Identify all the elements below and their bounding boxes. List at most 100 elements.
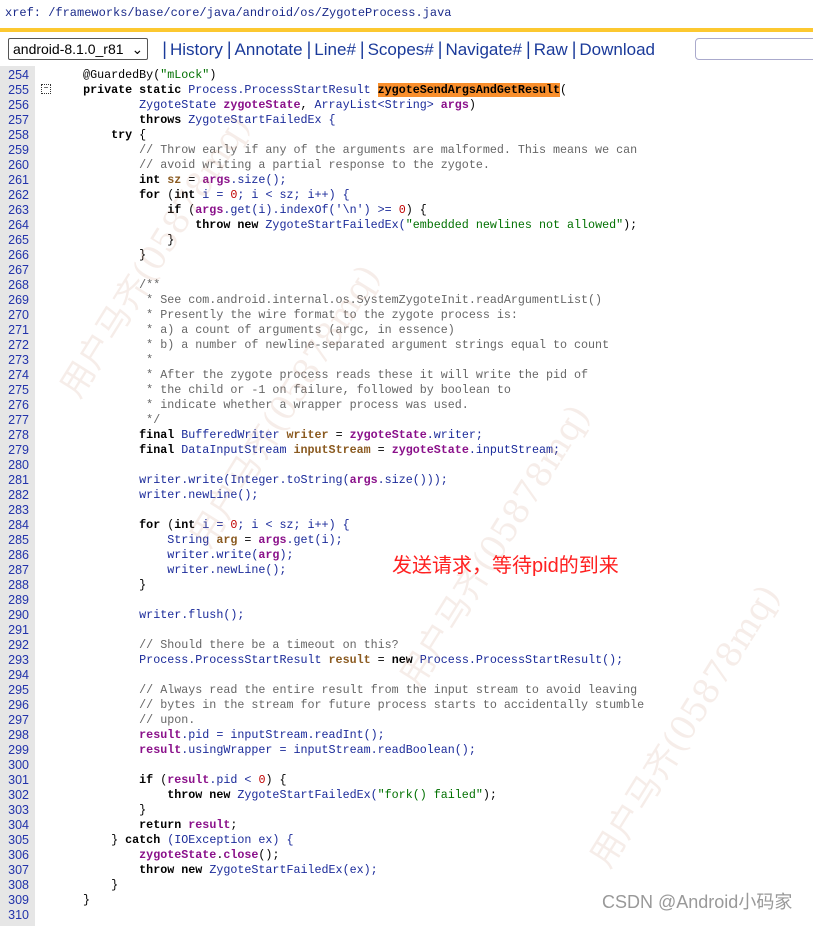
line-number[interactable]: 255: [0, 83, 29, 98]
nav-link-raw[interactable]: Raw: [534, 40, 568, 59]
nav-link-history[interactable]: History: [170, 40, 223, 59]
line-number[interactable]: 309: [0, 893, 29, 908]
code-token[interactable]: ZygoteState: [139, 98, 223, 112]
search-input[interactable]: [695, 38, 813, 60]
highlighted-symbol[interactable]: zygoteSendArgsAndGetResult: [377, 83, 561, 97]
line-number[interactable]: 296: [0, 698, 29, 713]
code-token[interactable]: result: [139, 743, 181, 757]
code-token[interactable]: zygoteState: [392, 443, 469, 457]
code-line: // Always read the entire result from th…: [55, 683, 637, 698]
code-token: .get(i).indexOf('\n') >=: [223, 203, 399, 217]
line-number[interactable]: 262: [0, 188, 29, 203]
line-number[interactable]: 310: [0, 908, 29, 923]
nav-link-line[interactable]: Line#: [314, 40, 356, 59]
line-number[interactable]: 266: [0, 248, 29, 263]
line-number[interactable]: 281: [0, 473, 29, 488]
code-token[interactable]: args: [258, 533, 286, 547]
line-number[interactable]: 301: [0, 773, 29, 788]
version-select[interactable]: android-8.1.0_r81 ⌄: [8, 38, 149, 60]
line-number[interactable]: 291: [0, 623, 29, 638]
nav-link-annotate[interactable]: Annotate: [235, 40, 303, 59]
line-number[interactable]: 287: [0, 563, 29, 578]
line-number[interactable]: 292: [0, 638, 29, 653]
line-number[interactable]: 258: [0, 128, 29, 143]
line-number[interactable]: 297: [0, 713, 29, 728]
code-token[interactable]: ArrayList<String>: [315, 98, 441, 112]
code-token[interactable]: result: [167, 773, 209, 787]
line-number[interactable]: 271: [0, 323, 29, 338]
line-number[interactable]: 285: [0, 533, 29, 548]
line-number[interactable]: 259: [0, 143, 29, 158]
code-token[interactable]: ZygoteStartFailedEx(: [265, 218, 405, 232]
line-number[interactable]: 307: [0, 863, 29, 878]
code-token[interactable]: ZygoteStartFailedEx(ex);: [209, 863, 377, 877]
line-number[interactable]: 277: [0, 413, 29, 428]
line-number[interactable]: 275: [0, 383, 29, 398]
line-number[interactable]: 302: [0, 788, 29, 803]
line-number[interactable]: 300: [0, 758, 29, 773]
line-number[interactable]: 264: [0, 218, 29, 233]
line-number[interactable]: 288: [0, 578, 29, 593]
line-number[interactable]: 267: [0, 263, 29, 278]
line-number[interactable]: 257: [0, 113, 29, 128]
code-token[interactable]: ; i < sz; i++) {: [237, 518, 349, 532]
code-token[interactable]: Process.ProcessStartResult: [188, 83, 377, 97]
code-line: ZygoteState zygoteState, ArrayList<Strin…: [55, 98, 476, 113]
code-token[interactable]: args: [350, 473, 378, 487]
code-token[interactable]: zygoteState: [139, 848, 216, 862]
line-number[interactable]: 298: [0, 728, 29, 743]
code-token[interactable]: (IOException ex) {: [160, 833, 293, 847]
line-number[interactable]: 279: [0, 443, 29, 458]
code-line: throw new ZygoteStartFailedEx(ex);: [55, 863, 377, 878]
line-number[interactable]: 276: [0, 398, 29, 413]
nav-link-download[interactable]: Download: [579, 40, 655, 59]
line-number[interactable]: 263: [0, 203, 29, 218]
code-token[interactable]: ; i < sz; i++) {: [237, 188, 349, 202]
line-number[interactable]: 283: [0, 503, 29, 518]
line-number[interactable]: 295: [0, 683, 29, 698]
line-number[interactable]: 268: [0, 278, 29, 293]
line-number[interactable]: 274: [0, 368, 29, 383]
line-number[interactable]: 303: [0, 803, 29, 818]
line-number[interactable]: 290: [0, 608, 29, 623]
nav-link-navigate[interactable]: Navigate#: [445, 40, 522, 59]
line-number[interactable]: 278: [0, 428, 29, 443]
line-number[interactable]: 294: [0, 668, 29, 683]
nav-link-scopes[interactable]: Scopes#: [368, 40, 434, 59]
line-number[interactable]: 261: [0, 173, 29, 188]
code-token[interactable]: zygoteState: [350, 428, 427, 442]
line-number[interactable]: 269: [0, 293, 29, 308]
line-number[interactable]: 273: [0, 353, 29, 368]
code-token[interactable]: result: [188, 818, 230, 832]
line-number[interactable]: 284: [0, 518, 29, 533]
line-number[interactable]: 256: [0, 98, 29, 113]
code-token[interactable]: arg: [258, 548, 279, 562]
line-number[interactable]: 280: [0, 458, 29, 473]
code-line: throw new ZygoteStartFailedEx("fork() fa…: [55, 788, 497, 803]
line-number[interactable]: 289: [0, 593, 29, 608]
line-number[interactable]: 304: [0, 818, 29, 833]
line-number[interactable]: 305: [0, 833, 29, 848]
code-token[interactable]: close: [223, 848, 258, 862]
line-number[interactable]: 299: [0, 743, 29, 758]
code-token[interactable]: zygoteState: [223, 98, 300, 112]
line-number[interactable]: 293: [0, 653, 29, 668]
code-token[interactable]: result: [139, 728, 181, 742]
xref-path: xref: /frameworks/base/core/java/android…: [5, 6, 452, 20]
line-number[interactable]: 270: [0, 308, 29, 323]
line-number[interactable]: 306: [0, 848, 29, 863]
line-number[interactable]: 254: [0, 68, 29, 83]
line-number[interactable]: 265: [0, 233, 29, 248]
line-number[interactable]: 286: [0, 548, 29, 563]
code-token[interactable]: ZygoteStartFailedEx(: [237, 788, 377, 802]
line-number[interactable]: 308: [0, 878, 29, 893]
line-number[interactable]: 282: [0, 488, 29, 503]
line-number[interactable]: 272: [0, 338, 29, 353]
code-token[interactable]: args: [441, 98, 469, 112]
code-token[interactable]: Process.ProcessStartResult: [139, 653, 328, 667]
collapse-icon[interactable]: −: [41, 84, 51, 94]
line-number[interactable]: 260: [0, 158, 29, 173]
